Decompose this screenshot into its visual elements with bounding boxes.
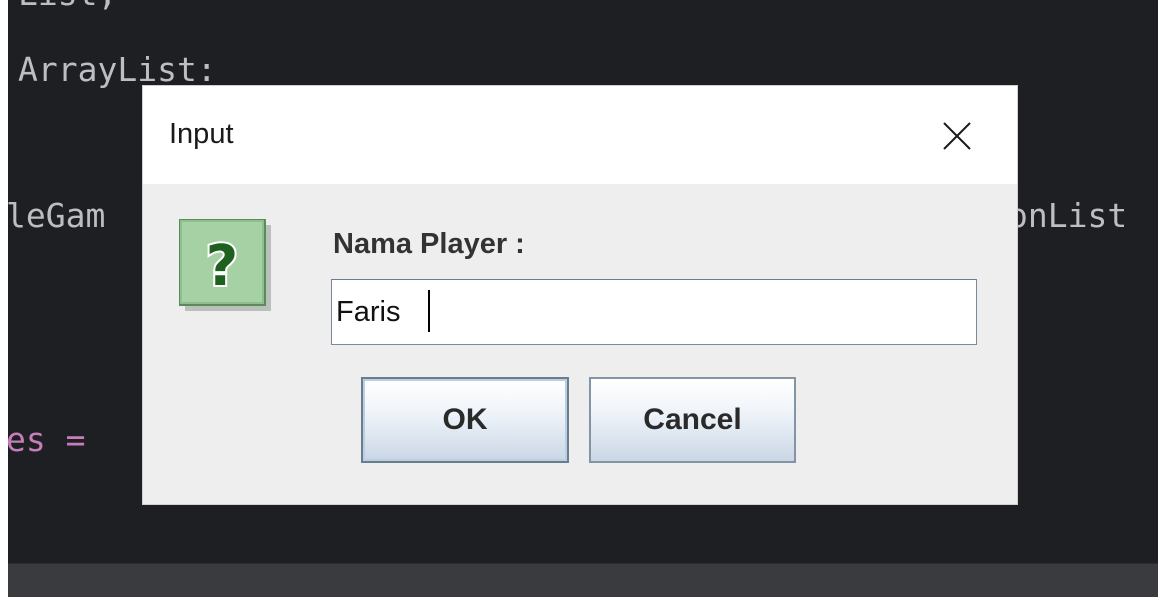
question-mark-icon: ? ? (178, 218, 271, 311)
prompt-label: Nama Player : (333, 228, 525, 260)
text-caret (428, 290, 430, 332)
close-x-icon (943, 122, 971, 150)
code-line-right-partial: onList (1008, 196, 1128, 235)
close-button[interactable] (935, 114, 979, 158)
dialog-titlebar: Input (143, 86, 1017, 184)
ok-button[interactable]: OK (361, 377, 569, 463)
code-token-es: es = (8, 420, 86, 459)
code-line-es: es = (8, 420, 85, 460)
screen: List; ArrayList: leGam onList es = Input… (0, 0, 1158, 597)
editor-scrollbar-strip (8, 563, 1158, 597)
cancel-button[interactable]: Cancel (589, 377, 796, 463)
code-line-top-partial: List; (18, 0, 117, 14)
code-line-arraylist: ArrayList: (18, 50, 217, 89)
input-dialog: Input ? ? Nama Player : OK Cancel (143, 86, 1017, 504)
code-line-left-partial: leGam (8, 196, 106, 235)
dialog-title: Input (169, 118, 234, 150)
svg-text:?: ? (206, 234, 238, 299)
